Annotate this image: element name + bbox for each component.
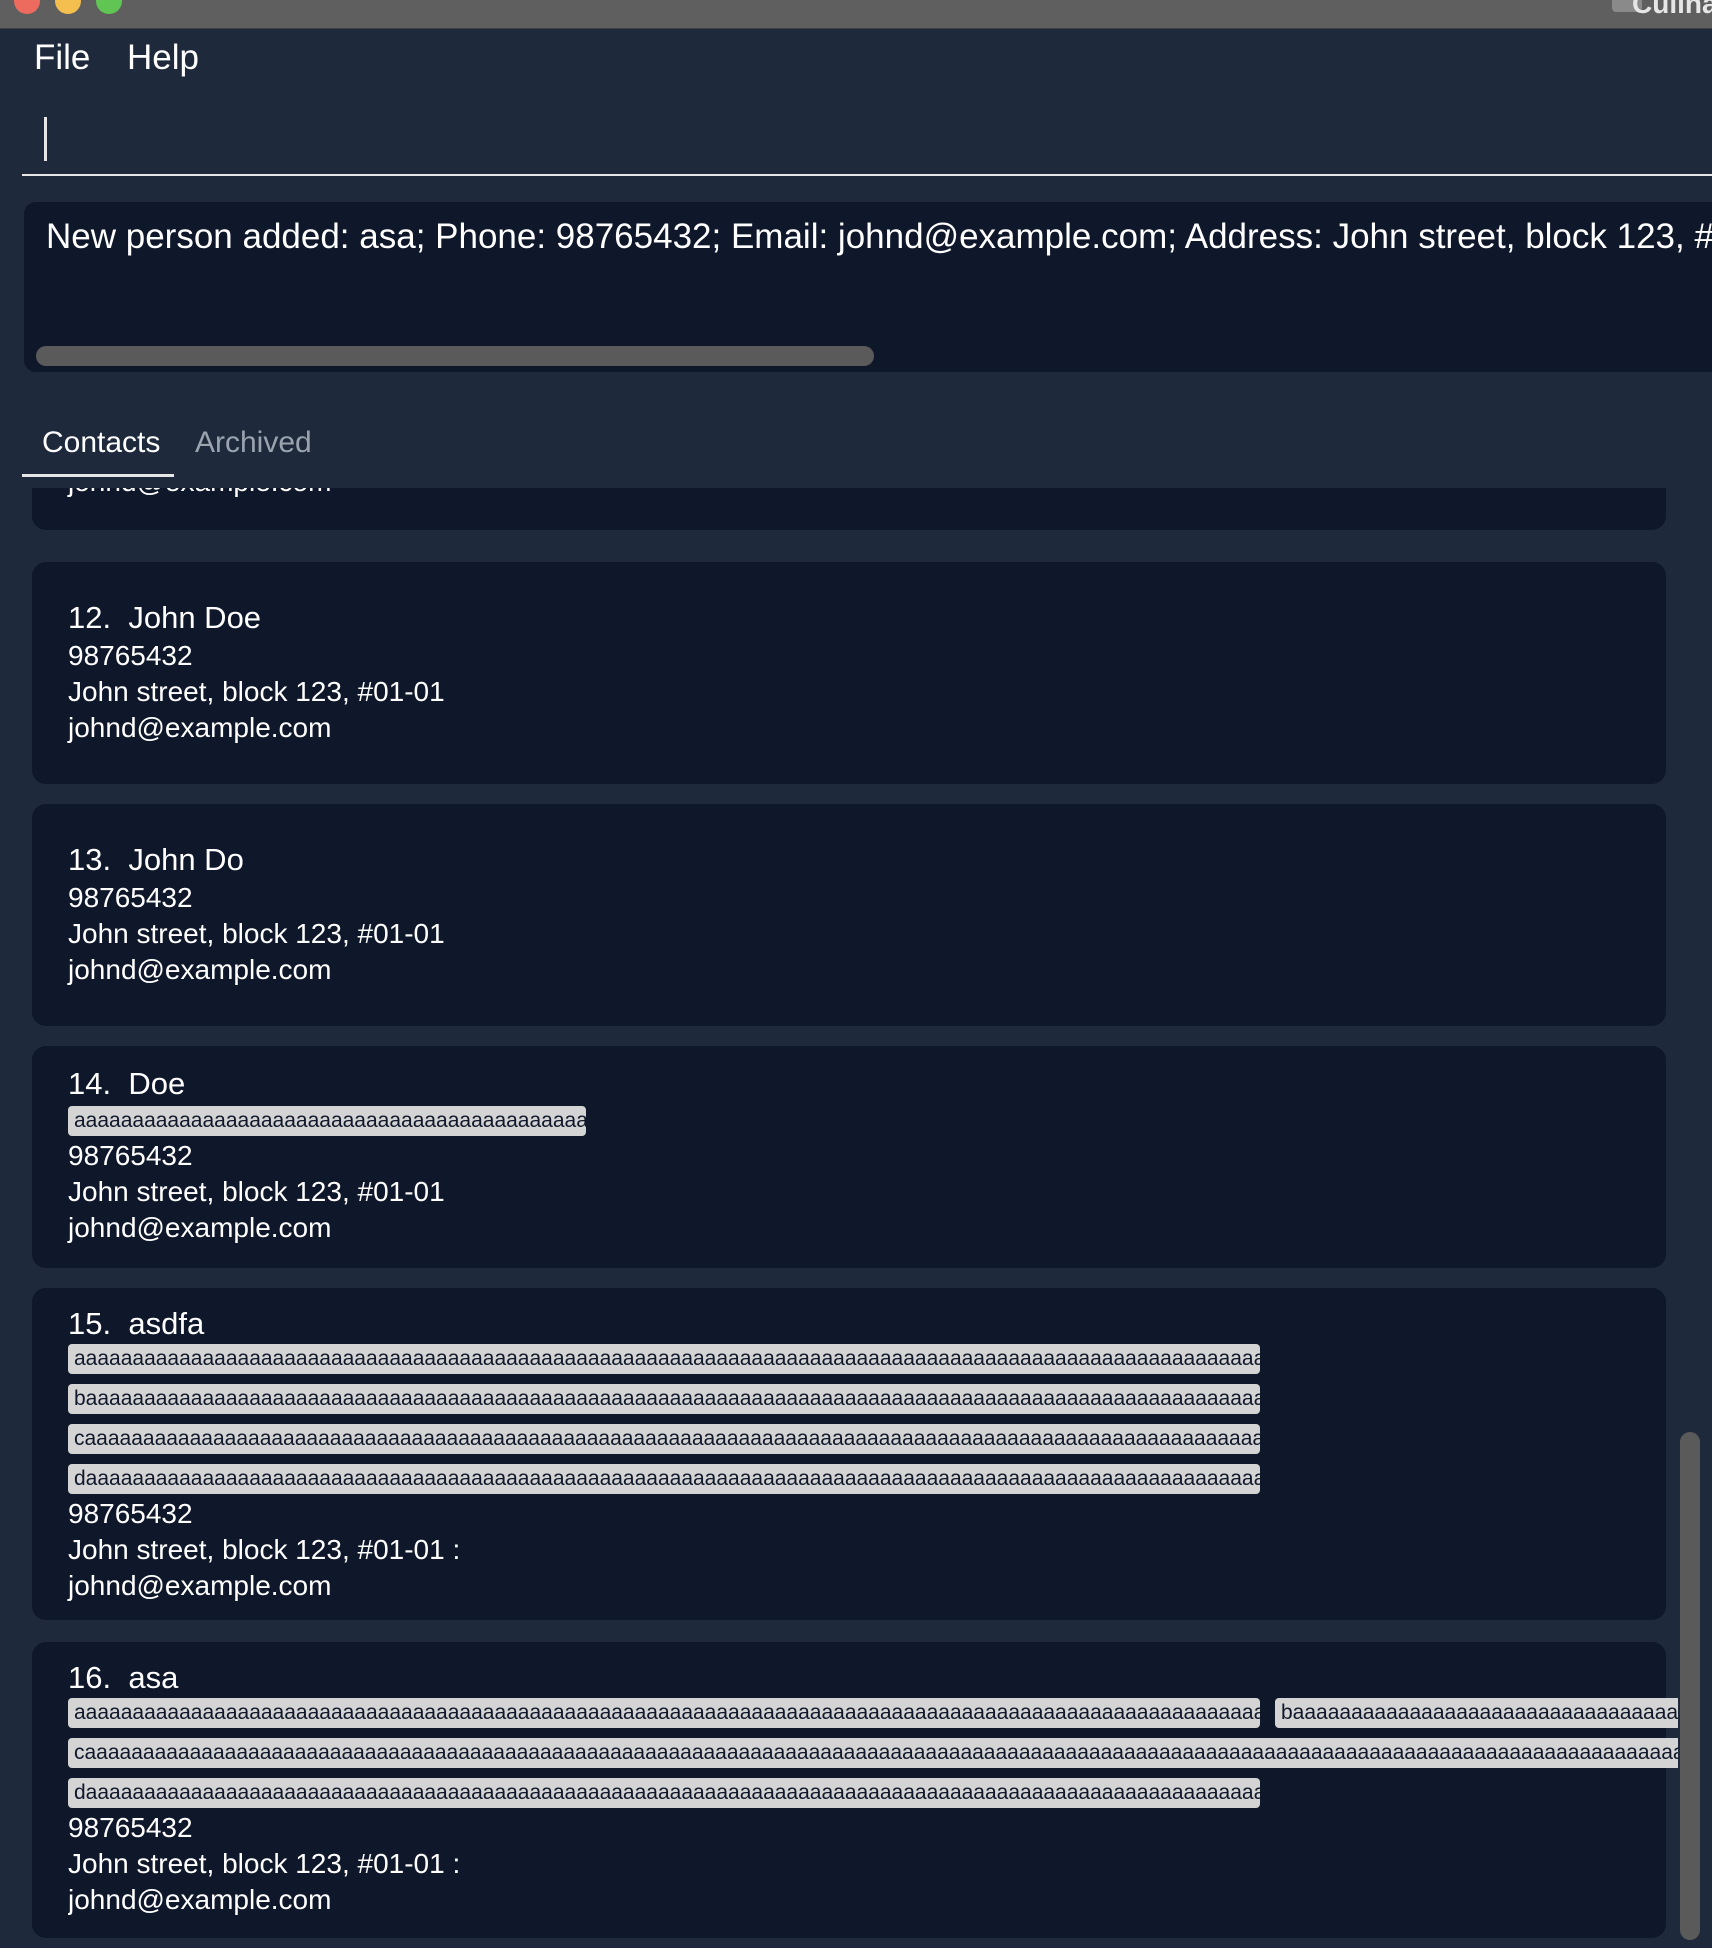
contact-name: asa bbox=[128, 1660, 179, 1695]
contact-email: johnd@example.com bbox=[68, 954, 332, 985]
result-display: New person added: asa; Phone: 98765432; … bbox=[24, 202, 1712, 372]
contact-tag: daaaaaaaaaaaaaaaaaaaaaaaaaaaaaaaaaaaaaaa… bbox=[68, 1464, 1260, 1494]
window-title: Culina bbox=[1632, 0, 1712, 19]
maximize-window-button[interactable] bbox=[96, 0, 122, 14]
contact-address: John street, block 123, #01-01 : bbox=[68, 1848, 461, 1879]
menu-help[interactable]: Help bbox=[127, 38, 199, 78]
contact-phone: 98765432 bbox=[68, 1812, 193, 1843]
contact-email: johnd@example.com bbox=[68, 1212, 332, 1243]
contact-card[interactable]: 14. Doe aaaaaaaaaaaaaaaaaaaaaaaaaaaaaaaa… bbox=[32, 1046, 1666, 1268]
contact-name: John Do bbox=[128, 842, 244, 877]
contact-card[interactable]: 15. asdfa aaaaaaaaaaaaaaaaaaaaaaaaaaaaaa… bbox=[32, 1288, 1666, 1620]
contact-tag: caaaaaaaaaaaaaaaaaaaaaaaaaaaaaaaaaaaaaaa… bbox=[68, 1738, 1678, 1768]
contact-list[interactable]: johnd@example.com 12. John Doe 98765432 … bbox=[0, 488, 1712, 1948]
tab-archived[interactable]: Archived bbox=[195, 426, 312, 460]
contact-card[interactable]: johnd@example.com bbox=[32, 488, 1666, 530]
contact-tag: aaaaaaaaaaaaaaaaaaaaaaaaaaaaaaaaaaaaaaaa… bbox=[68, 1698, 1260, 1728]
contact-index: 13. bbox=[68, 842, 112, 877]
contact-card[interactable]: 13. John Do 98765432 John street, block … bbox=[32, 804, 1666, 1026]
active-tab-indicator bbox=[22, 474, 174, 477]
contact-email: johnd@example.com bbox=[68, 1570, 332, 1601]
text-caret bbox=[44, 117, 47, 161]
contact-index: 12. bbox=[68, 600, 112, 635]
contact-index: 16. bbox=[68, 1660, 112, 1695]
contact-card[interactable]: 16. asa aaaaaaaaaaaaaaaaaaaaaaaaaaaaaaaa… bbox=[32, 1642, 1678, 1938]
window-titlebar: Culina bbox=[0, 0, 1712, 29]
menu-bar: File Help bbox=[0, 28, 1712, 92]
contact-tag: baaaaaaaaaaaaaaaaaaaaaaaaaaaaaaaaaa bbox=[1275, 1698, 1678, 1728]
close-window-button[interactable] bbox=[14, 0, 40, 14]
contact-address: John street, block 123, #01-01 bbox=[68, 918, 445, 949]
contact-phone: 98765432 bbox=[68, 640, 193, 671]
contact-tag: aaaaaaaaaaaaaaaaaaaaaaaaaaaaaaaaaaaaaaaa… bbox=[68, 1106, 586, 1136]
contact-name: John Doe bbox=[128, 600, 262, 635]
contact-phone: 98765432 bbox=[68, 1140, 193, 1171]
contact-name: Doe bbox=[128, 1066, 186, 1101]
menu-file[interactable]: File bbox=[34, 38, 90, 78]
contact-phone: 98765432 bbox=[68, 1498, 193, 1529]
minimize-window-button[interactable] bbox=[55, 0, 81, 14]
result-horizontal-scrollbar[interactable] bbox=[36, 346, 874, 366]
contact-address: John street, block 123, #01-01 bbox=[68, 676, 445, 707]
command-box bbox=[22, 100, 1712, 176]
contact-name-line: 14. Doe bbox=[68, 1066, 185, 1102]
tab-bar: Contacts Archived bbox=[22, 412, 622, 482]
command-input[interactable] bbox=[42, 116, 1686, 162]
contact-tag: baaaaaaaaaaaaaaaaaaaaaaaaaaaaaaaaaaaaaaa… bbox=[68, 1384, 1260, 1414]
contact-email: johnd@example.com bbox=[68, 712, 332, 743]
contact-name-line: 13. John Do bbox=[68, 842, 244, 878]
contact-tag: aaaaaaaaaaaaaaaaaaaaaaaaaaaaaaaaaaaaaaaa… bbox=[68, 1344, 1260, 1374]
contact-tag: daaaaaaaaaaaaaaaaaaaaaaaaaaaaaaaaaaaaaaa… bbox=[68, 1778, 1260, 1808]
tab-contacts[interactable]: Contacts bbox=[42, 426, 160, 460]
contact-address: John street, block 123, #01-01 : bbox=[68, 1534, 461, 1565]
result-message: New person added: asa; Phone: 98765432; … bbox=[46, 217, 1712, 256]
contact-name-line: 15. asdfa bbox=[68, 1306, 204, 1342]
contact-email: johnd@example.com bbox=[68, 488, 331, 498]
contact-index: 14. bbox=[68, 1066, 112, 1101]
contact-email: johnd@example.com bbox=[68, 1884, 332, 1915]
contact-phone: 98765432 bbox=[68, 882, 193, 913]
contact-name-line: 16. asa bbox=[68, 1660, 178, 1696]
contact-name-line: 12. John Doe bbox=[68, 600, 261, 636]
contact-index: 15. bbox=[68, 1306, 112, 1341]
contact-tag: caaaaaaaaaaaaaaaaaaaaaaaaaaaaaaaaaaaaaaa… bbox=[68, 1424, 1260, 1454]
contact-card[interactable]: 12. John Doe 98765432 John street, block… bbox=[32, 562, 1666, 784]
contact-address: John street, block 123, #01-01 bbox=[68, 1176, 445, 1207]
contact-name: asdfa bbox=[128, 1306, 205, 1341]
contact-list-vertical-scrollbar[interactable] bbox=[1680, 1432, 1700, 1940]
